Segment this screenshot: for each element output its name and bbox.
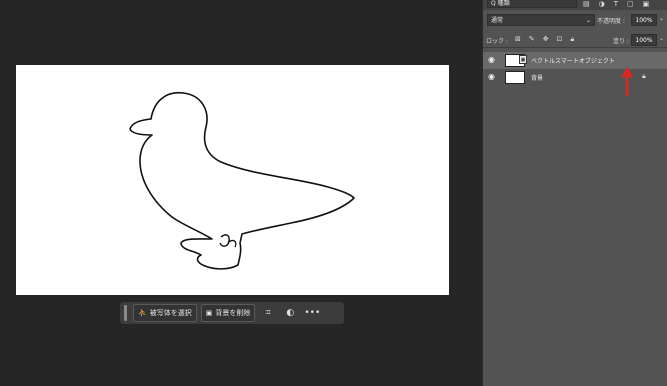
layer-row-smart-object[interactable]: ◉ ▣ ベクトルスマートオブジェクト <box>483 52 667 69</box>
canvas-workspace[interactable]: ⛹ 被写体を選択 ▣ 背景を削除 ⌗ ◐ ••• <box>0 0 482 386</box>
image-icon: ▣ <box>205 309 213 317</box>
transform-icon[interactable]: ⌗ <box>259 305 277 321</box>
blend-row: 通常 ⌄ 不透明度 : 100% ⌄ <box>483 14 667 28</box>
lock-icon[interactable]: 🔒︎ <box>642 72 646 81</box>
opacity-chevron-icon[interactable]: ⌄ <box>659 15 664 22</box>
layer-row-background[interactable]: ◉ 背景 🔒︎ <box>483 69 667 86</box>
layer-name[interactable]: 背景 <box>531 73 543 82</box>
remove-background-button[interactable]: ▣ 背景を削除 <box>200 304 256 322</box>
filter-icons: ▤ ◑ T ▢ ▣ <box>583 0 649 8</box>
visibility-eye-icon[interactable]: ◉ <box>488 55 495 64</box>
fill-field[interactable]: 100% <box>631 34 657 46</box>
drag-handle[interactable] <box>124 305 127 321</box>
more-options-button[interactable]: ••• <box>303 305 321 321</box>
opacity-label: 不透明度 : <box>597 18 625 25</box>
lock-all-icon[interactable]: 🔒︎ <box>571 35 575 44</box>
fill-label: 塗り : <box>613 38 629 45</box>
layer-thumbnail <box>505 71 525 84</box>
lock-transparency-icon[interactable]: ⊠ <box>515 35 521 44</box>
blend-mode-select[interactable]: 通常 ⌄ <box>487 14 595 26</box>
shape-filter-icon[interactable]: ▢ <box>627 0 634 8</box>
smart-object-filter-icon[interactable]: ▣ <box>643 0 650 8</box>
person-select-icon: ⛹ <box>138 309 147 317</box>
type-filter-icon[interactable]: T <box>614 0 618 8</box>
smart-object-icon: ▣ <box>519 55 527 64</box>
duck-outline-drawing <box>129 92 355 270</box>
lock-artboard-icon[interactable]: ⊡ <box>557 35 563 44</box>
layers-panel: Q 種類 ▤ ◑ T ▢ ▣ 通常 ⌄ 不透明度 : 100% ⌄ ロック : … <box>482 0 667 386</box>
layer-filter-row: Q 種類 ▤ ◑ T ▢ ▣ <box>483 0 667 10</box>
pixel-filter-icon[interactable]: ▤ <box>583 0 590 8</box>
annotation-arrow-up-icon <box>621 67 633 96</box>
opacity-field[interactable]: 100% <box>631 14 657 26</box>
lock-label: ロック : <box>486 38 508 45</box>
visibility-eye-icon[interactable]: ◉ <box>488 72 495 81</box>
contextual-task-bar: ⛹ 被写体を選択 ▣ 背景を削除 ⌗ ◐ ••• <box>120 302 344 324</box>
chevron-down-icon: ⌄ <box>585 17 591 24</box>
fill-chevron-icon[interactable]: ⌄ <box>659 35 664 42</box>
lock-position-icon[interactable]: ✥ <box>543 35 549 44</box>
lock-icons: ⊠ ✎ ✥ ⊡ 🔒︎ <box>515 35 574 44</box>
adjustment-filter-icon[interactable]: ◑ <box>599 0 605 8</box>
select-subject-button[interactable]: ⛹ 被写体を選択 <box>133 304 197 322</box>
layer-name[interactable]: ベクトルスマートオブジェクト <box>531 56 615 65</box>
adjustment-icon[interactable]: ◐ <box>281 305 299 321</box>
lock-paint-icon[interactable]: ✎ <box>529 35 535 44</box>
filter-kind-select[interactable]: Q 種類 <box>487 0 577 8</box>
document-canvas[interactable] <box>16 65 449 295</box>
lock-row: ロック : ⊠ ✎ ✥ ⊡ 🔒︎ 塗り : 100% ⌄ <box>483 33 667 48</box>
